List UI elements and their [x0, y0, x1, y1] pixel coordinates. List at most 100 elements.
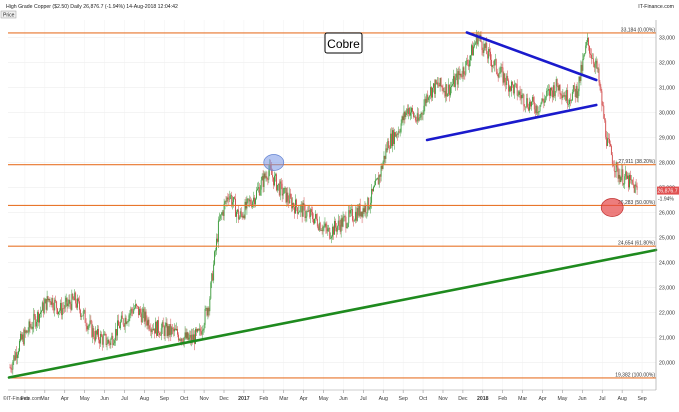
candle-body: [502, 67, 504, 83]
candle-body: [153, 328, 155, 331]
candle-body: [278, 183, 280, 196]
candle-body: [583, 55, 585, 59]
candle-body: [600, 86, 602, 92]
candle-body: [28, 321, 30, 332]
candle-body: [134, 307, 136, 309]
candle-body: [447, 93, 449, 97]
candle-body: [276, 184, 278, 191]
candle-body: [216, 238, 218, 242]
candle-body: [60, 302, 62, 316]
candle-body: [603, 105, 605, 119]
candle-body: [451, 85, 452, 88]
candle-body: [491, 59, 492, 67]
candle-body: [535, 105, 537, 113]
candle-body: [387, 141, 389, 151]
candle-body: [88, 325, 90, 326]
candle-body: [635, 184, 637, 186]
candle-body: [589, 45, 590, 54]
candle-body: [131, 308, 133, 312]
candle-body: [204, 309, 206, 325]
candle-body: [275, 174, 277, 191]
candle-body: [440, 78, 442, 86]
candle-body: [619, 174, 621, 183]
candle-body: [79, 309, 81, 317]
candle-body: [256, 190, 257, 199]
candle-body: [62, 308, 64, 309]
candle-body: [169, 324, 171, 336]
candle-body: [593, 63, 595, 68]
candle-body: [206, 308, 208, 316]
candle-body: [508, 80, 510, 92]
candle-body: [348, 210, 350, 224]
candle-body: [247, 198, 249, 200]
candle-body: [47, 296, 49, 301]
candle-body: [450, 87, 452, 96]
candle-body: [65, 297, 67, 302]
candle-body: [539, 105, 541, 112]
candle-body: [179, 339, 181, 341]
candle-body: [272, 174, 274, 178]
candle-body: [237, 209, 239, 220]
candle-body: [394, 132, 396, 137]
candle-body: [614, 171, 616, 173]
candle-body: [210, 282, 212, 299]
candle-body: [106, 343, 108, 345]
candle-body: [632, 183, 634, 185]
candle-body: [441, 85, 443, 88]
candle-body: [419, 117, 421, 118]
candle-body: [484, 43, 486, 48]
candle-body: [22, 334, 24, 345]
candle-body: [57, 308, 59, 315]
candle-body: [602, 105, 604, 106]
candle-body: [98, 339, 100, 344]
candle-body: [532, 96, 534, 102]
x-tick-label: Nov: [438, 396, 448, 402]
chart-background: [0, 0, 679, 407]
candle-body: [366, 212, 368, 214]
x-tick-label: Mar: [40, 396, 49, 402]
x-tick-label: Jul: [360, 396, 367, 402]
candle-body: [402, 116, 404, 121]
candle-body: [572, 85, 574, 93]
candle-body: [306, 211, 308, 217]
candle-body: [243, 215, 245, 219]
candle-body: [546, 90, 548, 97]
x-tick-label: Aug: [379, 396, 388, 402]
candle-body: [94, 337, 96, 341]
candle-body: [299, 206, 301, 212]
candle-body: [374, 179, 376, 186]
candle-body: [177, 328, 178, 335]
candle-body: [438, 85, 440, 87]
candle-body: [312, 212, 314, 220]
candle-body: [100, 333, 102, 337]
price-chart: 33,184 (0.00%) 27,911 (38.20%) 26,283 (50.…: [0, 0, 679, 407]
candle-body: [427, 94, 429, 101]
candle-body: [354, 220, 355, 222]
candle-body: [296, 207, 298, 214]
x-tick-label: May: [319, 396, 329, 402]
candle-body: [137, 305, 138, 307]
candle-body: [356, 208, 358, 221]
candle-body: [268, 170, 270, 180]
candle-body: [467, 60, 469, 65]
candle-body: [238, 217, 240, 220]
candle-body: [162, 322, 164, 328]
candle-body: [617, 167, 619, 179]
candle-body: [86, 326, 88, 330]
candle-body: [124, 317, 126, 327]
candle-body: [405, 112, 407, 118]
candle-body: [72, 293, 74, 299]
candle-body: [267, 179, 269, 180]
candle-body: [255, 198, 256, 205]
candle-body: [79, 301, 80, 310]
candle-body: [84, 310, 86, 323]
candle-body: [188, 337, 190, 340]
candle-body: [454, 77, 456, 87]
candle-body: [630, 179, 632, 181]
candle-body: [527, 98, 529, 108]
candle-body: [325, 223, 327, 228]
candle-body: [257, 187, 259, 189]
candle-body: [345, 216, 347, 228]
candle-body: [16, 352, 18, 359]
candle-body: [17, 354, 19, 359]
